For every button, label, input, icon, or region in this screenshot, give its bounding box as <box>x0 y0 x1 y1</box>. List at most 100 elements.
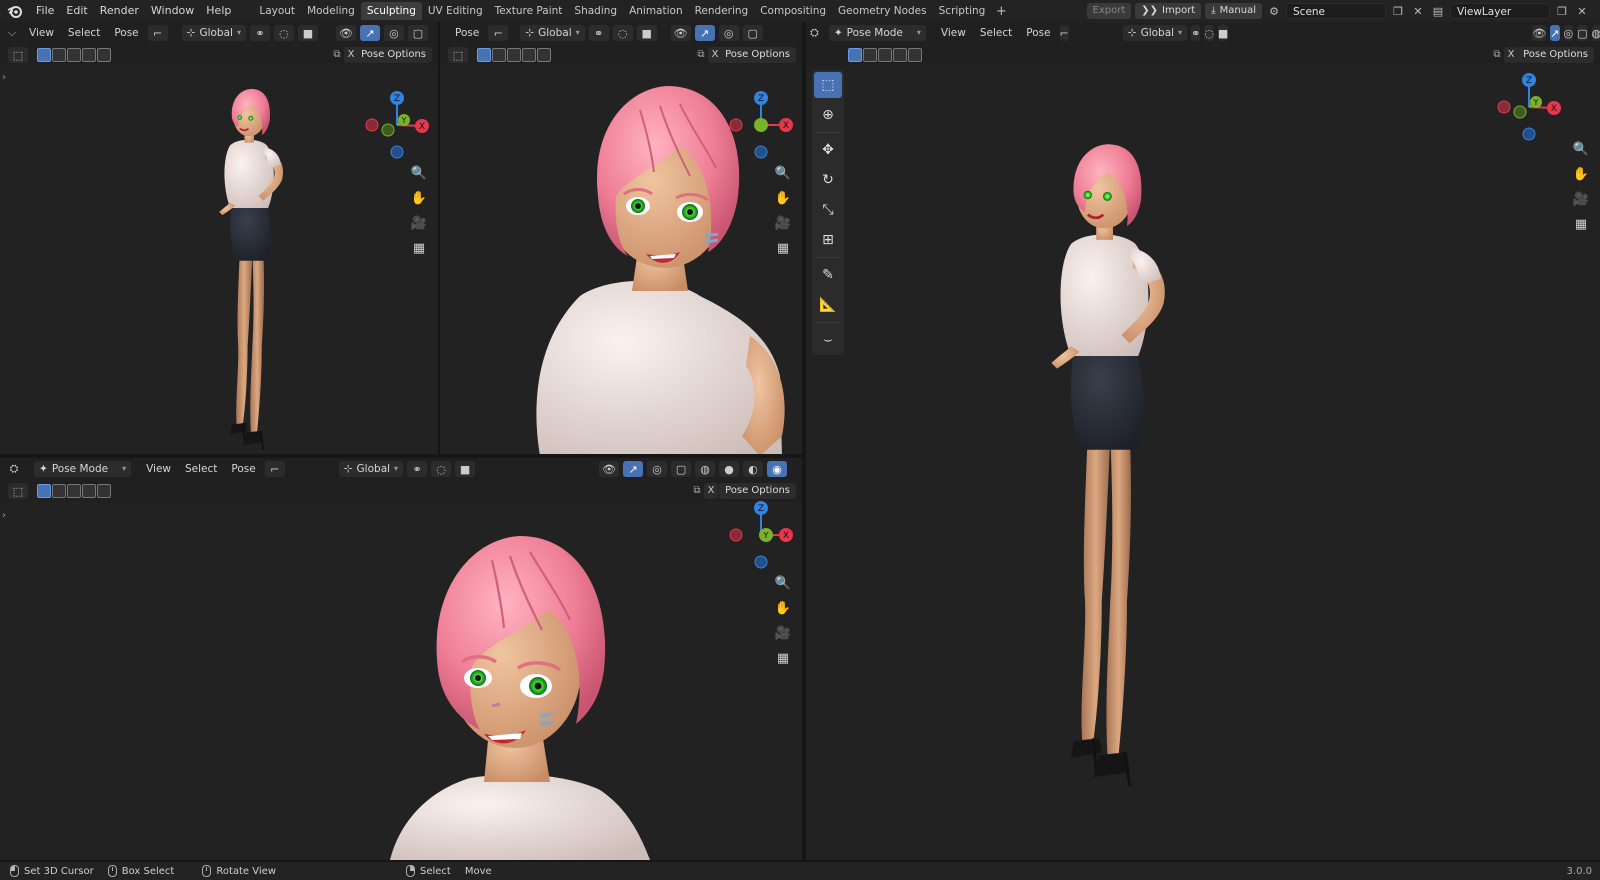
add-workspace-icon[interactable]: + <box>991 4 1011 19</box>
shading-wire-icon[interactable]: ◍ <box>1591 25 1600 41</box>
overlay-icon[interactable]: ◎ <box>383 25 404 41</box>
tab-animation[interactable]: Animation <box>623 2 689 20</box>
import-button[interactable]: ❯❯ Import <box>1135 3 1202 19</box>
visibility-icon[interactable]: 👁 <box>599 461 620 477</box>
axis-gizmo[interactable]: Z X Y <box>724 498 798 572</box>
pose-tool-icon[interactable]: ⌣ <box>814 327 842 353</box>
mirror-icon[interactable]: ⧉ <box>330 47 344 63</box>
selection-mode-icons[interactable] <box>37 48 111 62</box>
active-tool-icon[interactable]: ⬚ <box>448 47 468 63</box>
rotate-icon[interactable]: ↻ <box>814 167 842 193</box>
tab-compositing[interactable]: Compositing <box>754 2 832 20</box>
viewport-canvas[interactable]: › Z X Y 🔍 ✋ 🎥 ▦ <box>0 501 802 860</box>
viewport-canvas[interactable]: › Z X Y 🔍 ✋ 🎥 ▦ <box>0 66 438 454</box>
expand-toolbar-icon[interactable]: › <box>2 510 6 521</box>
copy-view-layer-icon[interactable]: ❐ <box>1554 3 1570 19</box>
tab-scripting[interactable]: Scripting <box>933 2 992 20</box>
menu-view[interactable]: View <box>141 463 176 475</box>
gizmo-toggle-icon[interactable]: ↗ <box>1550 25 1560 41</box>
pose-options-dropdown[interactable]: Pose Options <box>355 47 432 63</box>
snap-icon[interactable]: ◌ <box>431 461 452 477</box>
menu-pose[interactable]: Pose <box>1021 27 1055 39</box>
mirror-icon[interactable]: ⧉ <box>694 47 708 63</box>
visibility-icon[interactable]: 👁 <box>670 25 691 41</box>
gizmo-toggle-icon[interactable]: ↗ <box>359 25 380 41</box>
proportional-icon[interactable]: ■ <box>297 25 318 41</box>
copy-scene-icon[interactable]: ❐ <box>1390 3 1406 19</box>
snap-icon[interactable]: ◌ <box>612 25 633 41</box>
shading-wire-icon[interactable]: ◍ <box>695 461 716 477</box>
tab-rendering[interactable]: Rendering <box>689 2 755 20</box>
expand-toolbar-icon[interactable]: › <box>2 72 6 83</box>
tab-uv-editing[interactable]: UV Editing <box>422 2 489 20</box>
viewport-bottom[interactable]: ⛭ ✦ Pose Mode ▾ View Select Pose ⌐ ⊹ Global… <box>0 458 802 860</box>
menu-window[interactable]: Window <box>145 0 200 22</box>
camera-icon[interactable]: 🎥 <box>1570 188 1592 210</box>
zoom-icon[interactable]: 🔍 <box>772 572 794 594</box>
active-tool-icon[interactable]: ⬚ <box>8 483 28 499</box>
camera-icon[interactable]: 🎥 <box>408 212 430 234</box>
ortho-grid-icon[interactable]: ▦ <box>408 237 430 259</box>
viewport-top-middle[interactable]: Pose ⌐ ⊹ Global ▾ ⚭ ◌ ■ 👁 ↗ ◎ ▢ ⬚ ⧉ X Pose… <box>440 22 802 454</box>
mirror-icon[interactable]: ⧉ <box>1490 47 1504 63</box>
tab-texture-paint[interactable]: Texture Paint <box>489 2 569 20</box>
xray-icon[interactable]: ▢ <box>407 25 428 41</box>
menu-help[interactable]: Help <box>200 0 237 22</box>
x-mirror-button[interactable]: X <box>1504 47 1518 63</box>
pose-keying-icon[interactable]: ⌐ <box>147 25 168 41</box>
remove-scene-icon[interactable]: ✕ <box>1410 3 1426 19</box>
visibility-icon[interactable]: 👁 <box>335 25 356 41</box>
menu-pose[interactable]: Pose <box>226 463 260 475</box>
snap-icon[interactable]: ◌ <box>273 25 294 41</box>
orientation-dropdown[interactable]: ⊹ Global ▾ <box>520 25 585 41</box>
xray-icon[interactable]: ▢ <box>742 25 763 41</box>
menu-select[interactable]: Select <box>180 463 222 475</box>
viewport-canvas[interactable]: ⬚ ⊕ ✥ ↻ ⤡ ⊞ ✎ 📐 ⌣ Z X Y 🔍 ✋ 🎥 ▦ <box>806 66 1600 860</box>
visibility-icon[interactable]: 👁 <box>1532 25 1547 41</box>
manual-button[interactable]: ⤓ Manual <box>1205 3 1262 19</box>
overlay-icon[interactable]: ◎ <box>1563 25 1574 41</box>
tab-layout[interactable]: Layout <box>253 2 301 20</box>
tab-geometry-nodes[interactable]: Geometry Nodes <box>832 2 933 20</box>
orientation-dropdown[interactable]: ⊹ Global ▾ <box>181 25 246 41</box>
viewport-right[interactable]: ⛭ ✦ Pose Mode ▾ View Select Pose ⌐ ⊹ Global… <box>806 22 1600 860</box>
pivot-icon[interactable]: ⚭ <box>249 25 270 41</box>
proportional-icon[interactable]: ■ <box>455 461 476 477</box>
export-button[interactable]: Export <box>1086 3 1132 19</box>
pan-hand-icon[interactable]: ✋ <box>772 597 794 619</box>
pivot-icon[interactable]: ⚭ <box>407 461 428 477</box>
ortho-grid-icon[interactable]: ▦ <box>772 647 794 669</box>
camera-icon[interactable]: 🎥 <box>772 622 794 644</box>
pan-hand-icon[interactable]: ✋ <box>772 187 794 209</box>
annotate-icon[interactable]: ✎ <box>814 262 842 288</box>
overlay-icon[interactable]: ◎ <box>718 25 739 41</box>
view-layer-field[interactable]: ViewLayer <box>1450 3 1550 19</box>
tab-sculpting[interactable]: Sculpting <box>360 2 422 20</box>
pivot-icon[interactable]: ⚭ <box>1191 25 1201 41</box>
viewport-canvas[interactable]: Z X 🔍 ✋ 🎥 ▦ <box>440 66 802 454</box>
menu-pose[interactable]: Pose <box>109 27 143 39</box>
gizmo-toggle-icon[interactable]: ↗ <box>623 461 644 477</box>
menu-select[interactable]: Select <box>975 27 1017 39</box>
orientation-dropdown[interactable]: ⊹ Global ▾ <box>1122 25 1188 41</box>
zoom-icon[interactable]: 🔍 <box>1570 138 1592 160</box>
pose-options-dropdown[interactable]: Pose Options <box>1517 47 1594 63</box>
shading-solid-icon[interactable]: ● <box>719 461 740 477</box>
menu-pose[interactable]: Pose <box>450 27 484 39</box>
active-tool-icon[interactable]: ⬚ <box>8 47 28 63</box>
view-layer-icon[interactable]: ▤ <box>1430 3 1446 19</box>
scene-icon[interactable]: ⚙ <box>1266 3 1282 19</box>
menu-view[interactable]: View <box>24 27 59 39</box>
camera-icon[interactable]: 🎥 <box>772 212 794 234</box>
measure-icon[interactable]: 📐 <box>814 292 842 318</box>
menu-select[interactable]: Select <box>63 27 105 39</box>
pose-keying-icon[interactable]: ⌐ <box>1059 25 1069 41</box>
blender-logo-icon[interactable] <box>0 4 30 18</box>
proportional-icon[interactable]: ■ <box>1217 25 1229 41</box>
cursor-icon[interactable]: ⊕ <box>814 102 842 128</box>
selection-mode-icons[interactable] <box>477 48 551 62</box>
mode-dropdown[interactable]: ✦ Pose Mode ▾ <box>34 461 132 477</box>
selection-mode-icons[interactable] <box>848 48 922 62</box>
menu-view[interactable]: View <box>936 27 971 39</box>
ortho-grid-icon[interactable]: ▦ <box>1570 213 1592 235</box>
